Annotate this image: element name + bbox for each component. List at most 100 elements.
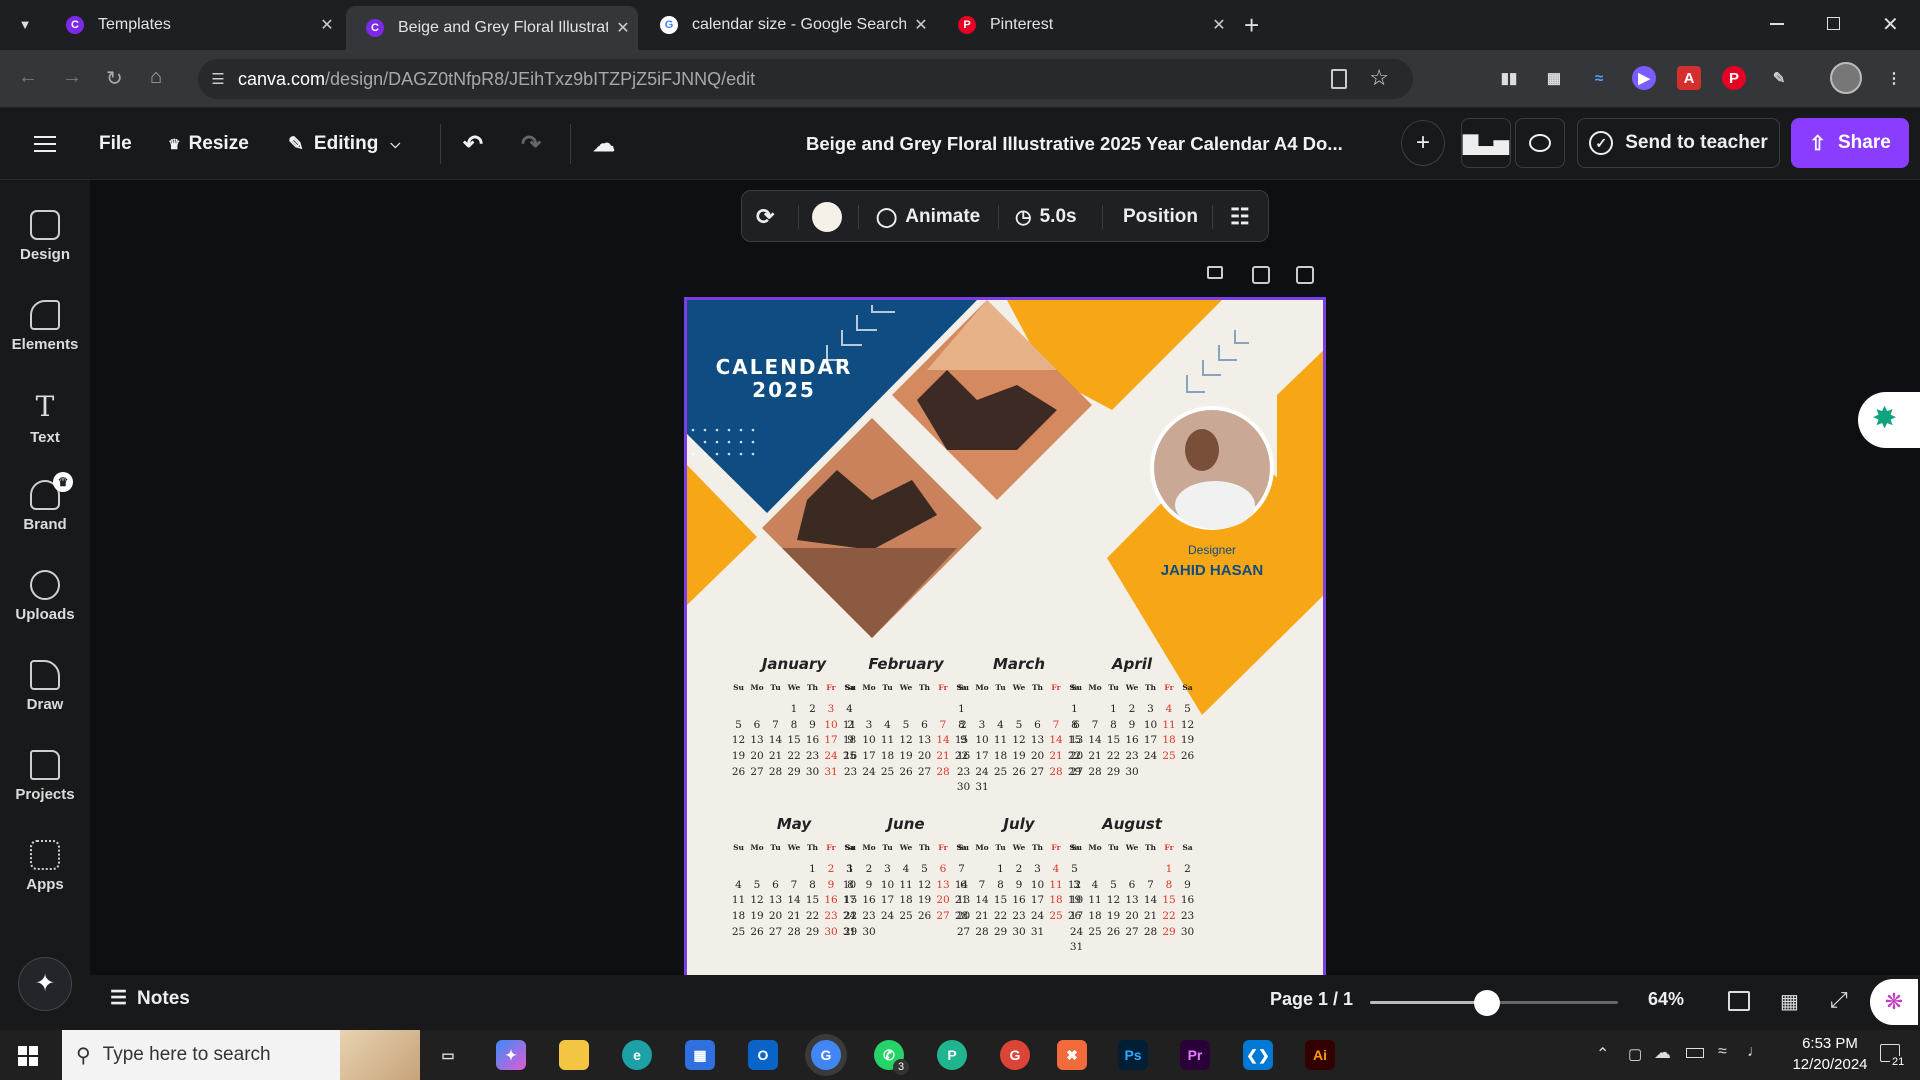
edge-icon[interactable]: e xyxy=(622,1040,652,1070)
taskbar-search-box[interactable]: ⚲ Type here to search xyxy=(62,1030,420,1080)
file-explorer-icon[interactable] xyxy=(559,1040,589,1070)
tab-pinterest[interactable]: P Pinterest ✕ xyxy=(938,0,1234,50)
tray-chevron-up-icon[interactable]: ⌃ xyxy=(1596,1044,1609,1064)
insights-button[interactable]: ▇▃▅ xyxy=(1461,118,1511,168)
grid-view-icon[interactable] xyxy=(1728,991,1750,1011)
comment-button[interactable] xyxy=(1515,118,1565,168)
extension-icon-play[interactable]: ▶ xyxy=(1632,66,1656,90)
premiere-icon[interactable]: Pr xyxy=(1180,1040,1210,1070)
reading-list-icon[interactable]: ▮▮ xyxy=(1497,66,1521,90)
chrome-icon[interactable]: G xyxy=(811,1040,841,1070)
pinterest-extension-icon[interactable]: P xyxy=(1722,66,1746,90)
store-icon[interactable]: ▦ xyxy=(685,1040,715,1070)
browser-menu-icon[interactable]: ⋮ xyxy=(1882,66,1906,90)
tray-battery-icon[interactable] xyxy=(1686,1048,1704,1058)
tray-meet-icon[interactable]: ▢ xyxy=(1628,1045,1642,1063)
sidebar-item-elements[interactable]: Elements xyxy=(0,300,90,353)
restore-icon[interactable] xyxy=(1827,17,1840,30)
animate-button[interactable]: ◯ Animate xyxy=(876,191,980,243)
day-cell xyxy=(973,861,992,877)
sidebar-item-text[interactable]: T Text xyxy=(0,390,90,446)
paint-roller-icon[interactable]: ☷ xyxy=(1230,191,1250,243)
minimize-icon[interactable] xyxy=(1770,23,1784,25)
close-tab-icon[interactable]: ✕ xyxy=(1204,15,1234,35)
home-icon[interactable]: ⌂ xyxy=(150,66,162,89)
tab-beige-calendar[interactable]: C Beige and Grey Floral Illustrativ ✕ xyxy=(346,6,638,50)
app-orange-icon[interactable]: ✖ xyxy=(1057,1040,1087,1070)
ai-assistant-floating-button[interactable]: ✸ xyxy=(1858,392,1920,448)
design-page[interactable]: CALENDAR 2025 Designer JAHID HASAN Janua… xyxy=(684,297,1326,979)
clipboard-icon[interactable] xyxy=(1331,69,1347,89)
profile-avatar[interactable] xyxy=(1830,62,1862,94)
back-icon[interactable]: ← xyxy=(18,66,38,89)
sidebar-item-projects[interactable]: Projects xyxy=(0,750,90,803)
position-button[interactable]: Position xyxy=(1123,191,1198,243)
zoom-slider[interactable] xyxy=(1370,990,1618,1016)
close-window-icon[interactable]: ✕ xyxy=(1882,12,1899,37)
chrome-profile-icon[interactable]: G xyxy=(1000,1040,1030,1070)
bookmark-star-icon[interactable]: ☆ xyxy=(1369,65,1389,91)
resize-button[interactable]: ♛ Resize xyxy=(168,108,249,180)
extensions-puzzle-icon[interactable]: ✎ xyxy=(1767,66,1791,90)
site-info-icon[interactable]: ☰ xyxy=(198,70,238,88)
add-page-icon[interactable] xyxy=(1296,266,1314,284)
forward-icon[interactable]: → xyxy=(62,66,82,89)
sidebar-item-apps[interactable]: Apps xyxy=(0,840,90,893)
magic-ai-button[interactable]: ✦ xyxy=(18,957,72,1011)
windows-start-icon[interactable] xyxy=(18,1046,38,1066)
page-indicator[interactable]: Page 1 / 1 xyxy=(1270,989,1353,1010)
clock-time[interactable]: 6:53 PM xyxy=(1788,1035,1872,1052)
weekday-label: Mo xyxy=(862,842,876,852)
color-swatch-button[interactable] xyxy=(812,191,842,243)
sidebar-item-design[interactable]: Design xyxy=(0,210,90,263)
zoom-slider-thumb[interactable] xyxy=(1473,990,1500,1016)
reload-icon[interactable]: ↻ xyxy=(106,66,123,91)
clock-date[interactable]: 12/20/2024 xyxy=(1776,1056,1884,1073)
extension-icon-wave[interactable]: ≈ xyxy=(1587,66,1611,90)
sidebar-item-uploads[interactable]: Uploads xyxy=(0,570,90,623)
vscode-icon[interactable]: ❮❯ xyxy=(1243,1040,1273,1070)
notes-button[interactable]: ☰ Notes xyxy=(110,987,190,1010)
day-cell xyxy=(1086,939,1105,955)
cloud-save-icon[interactable]: ☁ xyxy=(593,108,615,180)
share-button[interactable]: ⇧ Share xyxy=(1791,118,1909,168)
pdf-extension-icon[interactable]: A xyxy=(1677,66,1701,90)
send-to-teacher-button[interactable]: ✓ Send to teacher xyxy=(1577,118,1780,168)
lock-icon[interactable] xyxy=(1207,266,1223,279)
close-tab-icon[interactable]: ✕ xyxy=(608,18,638,38)
new-tab-button[interactable]: + xyxy=(1244,10,1259,41)
tray-wifi-icon[interactable]: ≈ xyxy=(1718,1043,1727,1061)
sidebar-item-brand[interactable]: ♛ Brand xyxy=(0,472,90,533)
fullscreen-icon[interactable]: ⤢ xyxy=(1830,987,1848,1013)
outlook-icon[interactable]: O xyxy=(748,1040,778,1070)
help-brain-icon[interactable]: ❋ xyxy=(1870,979,1918,1025)
duration-button[interactable]: ◷ 5.0s xyxy=(1015,191,1077,243)
editing-mode-button[interactable]: ✎ Editing ⌵ xyxy=(288,108,400,180)
zoom-level[interactable]: 64% xyxy=(1648,989,1684,1010)
pinterest-app-icon[interactable]: P xyxy=(937,1040,967,1070)
menu-button[interactable] xyxy=(34,108,58,180)
url-bar[interactable]: ☰ canva.com/design/DAGZ0tNfpR8/JEihTxz9b… xyxy=(198,59,1413,99)
sidebar-item-draw[interactable]: Draw xyxy=(0,660,90,713)
add-collaborator-button[interactable]: + xyxy=(1401,120,1445,166)
tab-google-search[interactable]: G calendar size - Google Search ✕ xyxy=(640,0,936,50)
thumbnail-grid-icon[interactable]: ▦ xyxy=(1780,989,1799,1014)
file-menu-button[interactable]: File xyxy=(99,108,132,180)
redo-button[interactable]: ↷ xyxy=(521,108,541,180)
close-tab-icon[interactable]: ✕ xyxy=(312,15,342,35)
tab-templates[interactable]: C Templates ✕ xyxy=(46,0,342,50)
magic-edit-icon[interactable]: ⟳ xyxy=(756,191,774,243)
copilot-icon[interactable]: ✦ xyxy=(496,1040,526,1070)
tray-volume-icon[interactable]: ♩ xyxy=(1747,1043,1763,1061)
undo-button[interactable]: ↶ xyxy=(463,108,483,180)
weekday-label: We xyxy=(1012,682,1026,692)
illustrator-icon[interactable]: Ai xyxy=(1305,1040,1335,1070)
duplicate-page-icon[interactable] xyxy=(1252,266,1270,284)
tray-onedrive-icon[interactable]: ☁ xyxy=(1654,1043,1671,1063)
extension-icon-a[interactable]: ▦ xyxy=(1542,66,1566,90)
tab-search-chevron-icon[interactable]: ▼ xyxy=(14,14,36,36)
photoshop-icon[interactable]: Ps xyxy=(1118,1040,1148,1070)
document-title[interactable]: Beige and Grey Floral Illustrative 2025 … xyxy=(806,108,1343,180)
close-tab-icon[interactable]: ✕ xyxy=(906,15,936,35)
task-view-icon[interactable]: ▭ xyxy=(433,1040,463,1070)
